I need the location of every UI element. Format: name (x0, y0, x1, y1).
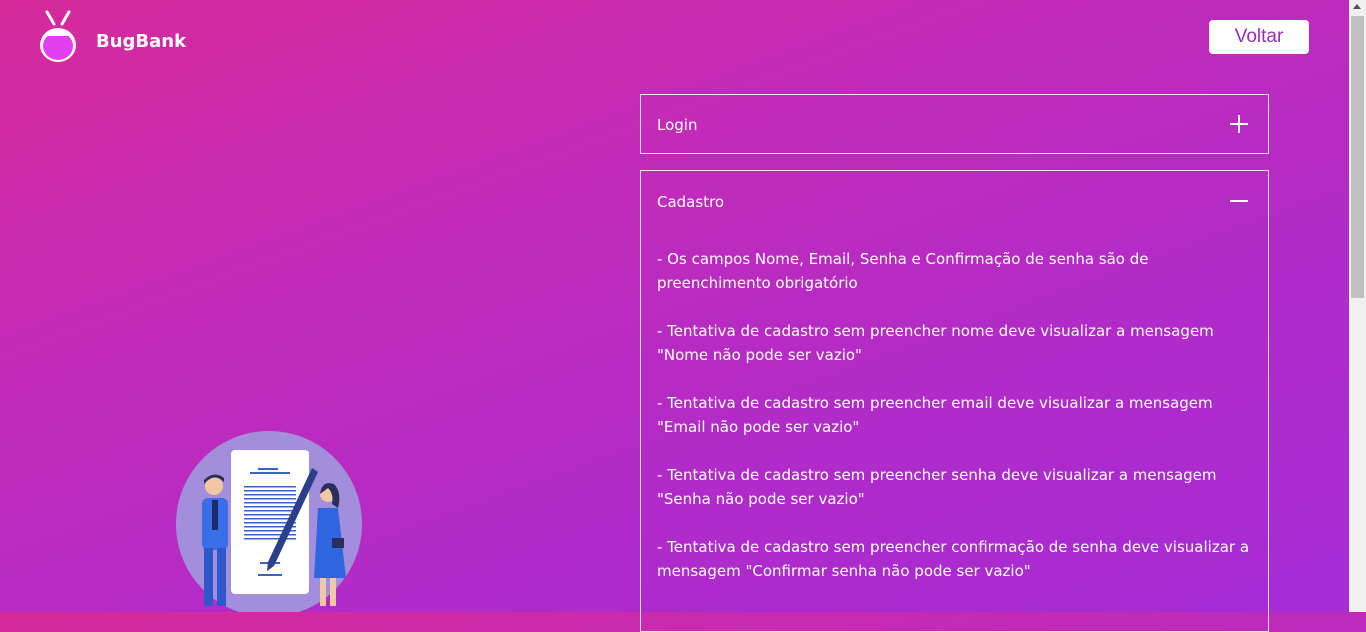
rule-item: - Tentativa de cadastro sem preencher se… (657, 466, 1217, 508)
accordion-login[interactable]: Login (640, 94, 1269, 154)
bug-logo-icon (40, 10, 76, 62)
rule-item: - Tentativa de cadastro sem preencher em… (657, 394, 1213, 436)
scrollbar-thumb[interactable] (1351, 16, 1364, 298)
rule-item: - Os campos Nome, Email, Senha e Confirm… (657, 250, 1149, 292)
page-scrollbar[interactable] (1349, 0, 1366, 612)
plus-icon[interactable] (1230, 115, 1248, 133)
scroll-up-arrow-icon[interactable] (1353, 4, 1361, 9)
brand-logo: BugBank (38, 8, 198, 66)
document-signing-illustration (170, 428, 370, 617)
rule-item: - Tentativa de cadastro sem preencher no… (657, 322, 1214, 364)
cadastro-rules-list: - Os campos Nome, Email, Senha e Confirm… (657, 247, 1253, 607)
brand-name: BugBank (96, 31, 187, 52)
back-button[interactable]: Voltar (1209, 20, 1309, 54)
accordion-cadastro[interactable]: Cadastro - Os campos Nome, Email, Senha … (640, 170, 1269, 632)
login-title: Login (657, 116, 698, 134)
minus-icon[interactable] (1230, 192, 1248, 210)
rule-item: - Tentativa de cadastro sem preencher co… (657, 538, 1250, 580)
cadastro-title: Cadastro (657, 193, 725, 211)
